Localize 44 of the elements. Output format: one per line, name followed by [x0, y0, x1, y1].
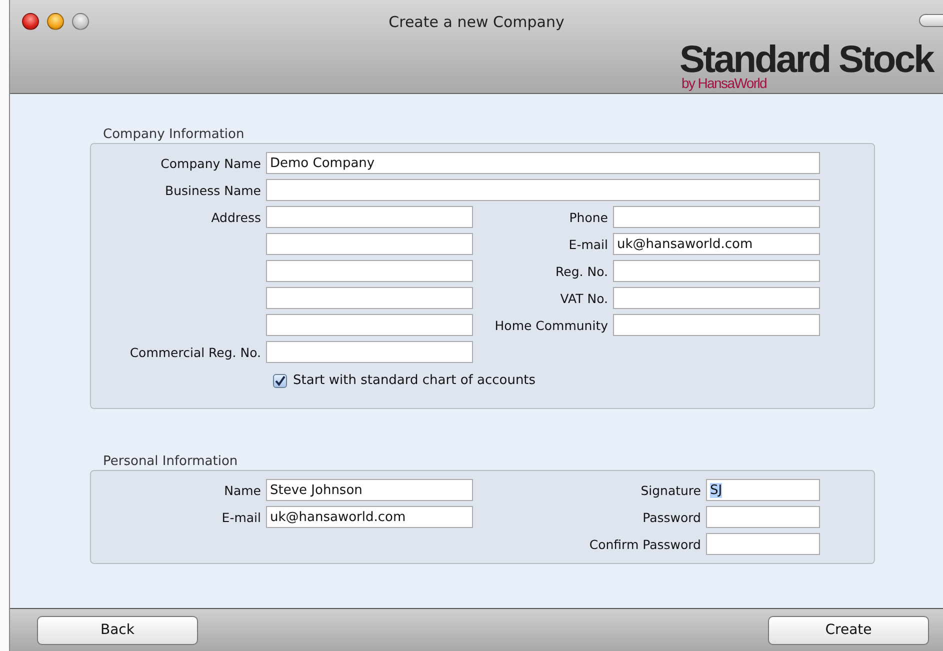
text-field[interactable]: uk@hansaworld.com [613, 233, 820, 256]
text-field[interactable] [613, 287, 820, 310]
toolbar-toggle-button[interactable] [919, 14, 943, 27]
field-label: Address [210, 210, 261, 225]
window-title: Create a new Company [388, 13, 564, 31]
field-label: Password [642, 510, 701, 525]
text-field[interactable] [266, 287, 473, 310]
minimize-button[interactable] [47, 13, 64, 30]
field-label: Phone [568, 210, 608, 225]
text-field[interactable] [266, 206, 473, 228]
logo-byline: by HansaWorld [681, 76, 767, 90]
action-button[interactable]: Create [768, 616, 929, 645]
field-label: Company Name [160, 156, 261, 171]
text-field[interactable] [613, 260, 820, 282]
field-label: Reg. No. [554, 264, 608, 279]
field-label: Home Community [494, 318, 608, 333]
text-field[interactable] [613, 314, 820, 336]
field-label: Signature [640, 482, 701, 498]
text-field[interactable] [706, 506, 820, 528]
text-field[interactable]: uk@hansaworld.com [266, 506, 473, 528]
checkbox[interactable] [273, 374, 287, 388]
text-field[interactable] [706, 533, 820, 556]
field-label: Confirm Password [588, 536, 701, 552]
field-label: Commercial Reg. No. [128, 344, 261, 360]
checkbox-label: Start with standard chart of accounts [293, 373, 536, 388]
text-field[interactable]: Steve Johnson [266, 479, 473, 502]
close-button[interactable] [22, 13, 39, 30]
text-field[interactable] [613, 206, 820, 228]
zoom-button[interactable] [72, 13, 89, 30]
field-label: E-mail [568, 236, 608, 252]
text-field[interactable] [266, 314, 473, 336]
text-field[interactable] [266, 179, 820, 202]
field-label: Name [223, 482, 261, 498]
text-field[interactable] [266, 341, 473, 364]
text-field[interactable]: Demo Company [266, 152, 820, 174]
section-title: Personal Information [103, 453, 239, 470]
text-field[interactable] [266, 233, 473, 256]
field-label: Business Name [164, 182, 261, 198]
action-button[interactable]: Back [37, 616, 198, 645]
text-field[interactable]: SJ [706, 479, 820, 502]
text-field[interactable] [266, 260, 473, 282]
field-label: VAT No. [559, 290, 608, 306]
section-title: Company Information [103, 126, 246, 144]
field-label: E-mail [220, 510, 261, 525]
